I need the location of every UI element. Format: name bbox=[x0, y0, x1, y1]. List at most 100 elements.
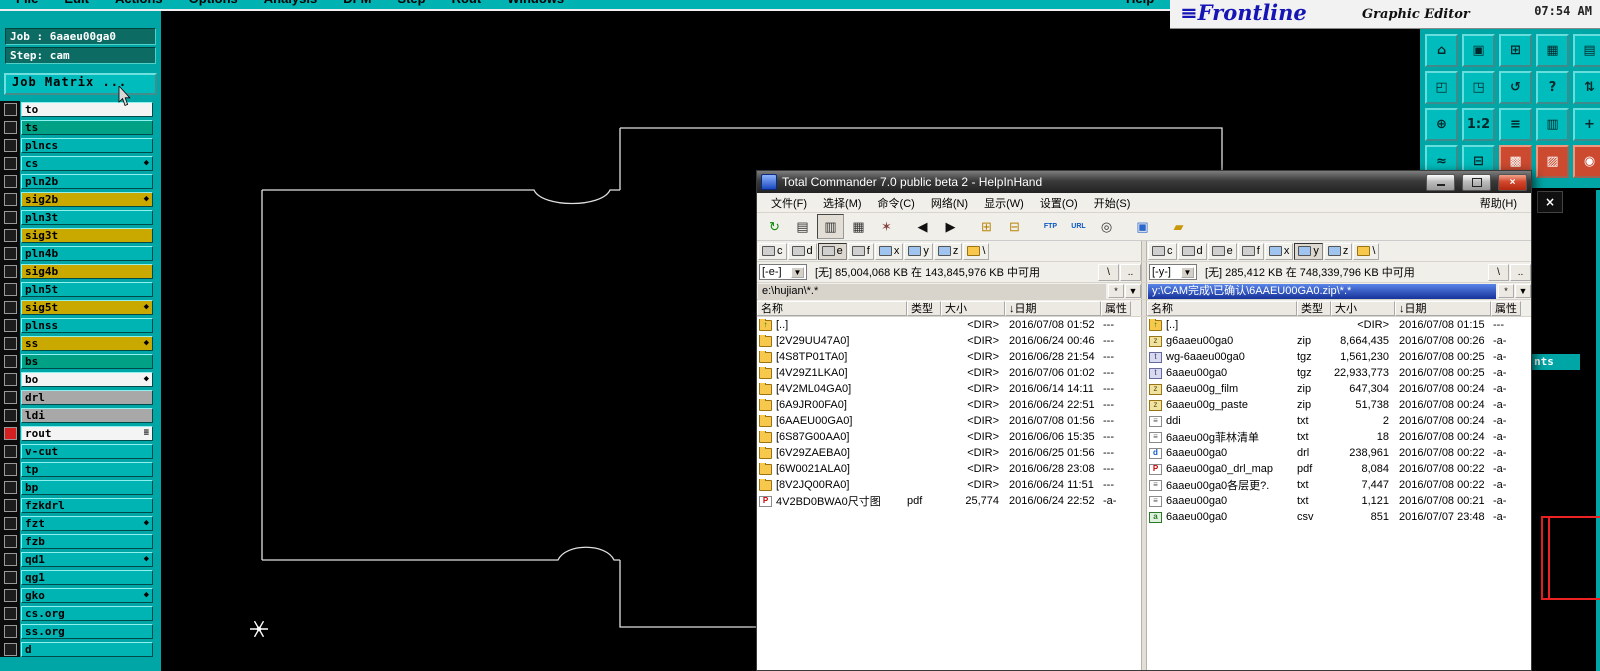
layer-checkbox[interactable] bbox=[4, 318, 17, 332]
drive-button-d[interactable]: d bbox=[1177, 242, 1207, 260]
layer-label[interactable]: fzkdrl bbox=[21, 497, 153, 513]
help-icon[interactable]: ? bbox=[1536, 71, 1569, 104]
layer-checkbox[interactable] bbox=[4, 534, 17, 548]
file-row[interactable]: ≡ 6aaeu00ga0各层更?. txt 7,447 2016/07/08 00:22… bbox=[1147, 477, 1531, 493]
monitor-icon[interactable]: ▣ bbox=[1129, 214, 1156, 239]
restore-button[interactable] bbox=[1462, 173, 1491, 191]
layer-label[interactable]: bs bbox=[21, 353, 153, 369]
layer-checkbox[interactable] bbox=[4, 462, 17, 476]
layer-label[interactable]: pln2b bbox=[21, 173, 153, 189]
drive-button-x[interactable]: x bbox=[1264, 242, 1294, 260]
brief-view-icon[interactable]: ▤ bbox=[789, 214, 816, 239]
target-red-icon[interactable]: ◉ bbox=[1573, 145, 1600, 178]
drive-button-root[interactable]: \ bbox=[1353, 242, 1380, 260]
tc-menu-item-5[interactable]: 设置(O) bbox=[1032, 195, 1086, 211]
zoom-ratio-button[interactable]: 1:2 bbox=[1462, 108, 1495, 141]
layer-checkbox[interactable] bbox=[4, 354, 17, 368]
layer-label[interactable]: pln5t bbox=[21, 281, 153, 297]
overlay-icon[interactable]: ⊞ bbox=[1499, 34, 1532, 67]
search-icon[interactable]: ◎ bbox=[1093, 214, 1120, 239]
forward-icon[interactable]: ▶ bbox=[937, 214, 964, 239]
drive-button-root[interactable]: \ bbox=[963, 242, 990, 260]
drive-button-z[interactable]: z bbox=[1323, 242, 1353, 260]
list-icon[interactable]: ≡ bbox=[1499, 108, 1532, 141]
drive-button-e[interactable]: e bbox=[817, 242, 847, 260]
right-path[interactable]: y:\CAM完成\已确认\6AAEU00GA0.zip\*.* bbox=[1148, 283, 1496, 299]
menu-item-file[interactable]: File bbox=[16, 0, 38, 6]
layer-checkbox[interactable] bbox=[4, 264, 17, 278]
tc-menu-item-6[interactable]: 开始(S) bbox=[1086, 195, 1139, 211]
layer-checkbox[interactable] bbox=[4, 300, 17, 314]
layer-checkbox[interactable] bbox=[4, 516, 17, 530]
column-header-2[interactable]: 大小 bbox=[1331, 300, 1395, 316]
layer-checkbox[interactable] bbox=[4, 156, 17, 170]
menu-item-actions[interactable]: Actions bbox=[115, 0, 163, 6]
ftp-connect-icon[interactable]: FTP bbox=[1037, 214, 1064, 239]
layer-label[interactable]: rout ≡ bbox=[21, 425, 153, 441]
home-icon[interactable]: ⌂ bbox=[1425, 34, 1458, 67]
left-filter-button[interactable]: * bbox=[1108, 284, 1124, 298]
file-row[interactable]: [4V2ML04GA0] <DIR> 2016/06/14 14:11 --- bbox=[757, 381, 1141, 397]
layer-label[interactable]: sig3t bbox=[21, 227, 153, 243]
column-header-1[interactable]: 类型 bbox=[1297, 300, 1331, 316]
right-up-button[interactable]: .. bbox=[1510, 263, 1531, 281]
drive-button-c[interactable]: c bbox=[1148, 242, 1177, 260]
layer-label[interactable]: qd1 ◆ bbox=[21, 551, 153, 567]
right-history-button[interactable]: ▼ bbox=[1515, 284, 1531, 298]
layer-label[interactable]: d bbox=[21, 641, 153, 657]
layers-icon[interactable]: ▥ bbox=[1536, 108, 1569, 141]
tc-titlebar[interactable]: Total Commander 7.0 public beta 2 - Help… bbox=[757, 171, 1531, 193]
file-row[interactable]: [6AAEU00GA0] <DIR> 2016/07/08 01:56 --- bbox=[757, 413, 1141, 429]
layer-label[interactable]: bp bbox=[21, 479, 153, 495]
target-icon[interactable]: ⊕ bbox=[1425, 108, 1458, 141]
corner-tr-icon[interactable]: ◳ bbox=[1462, 71, 1495, 104]
column-header-4[interactable]: 属性 bbox=[1491, 300, 1521, 316]
drive-button-f[interactable]: f bbox=[847, 242, 874, 260]
layer-label[interactable]: v-cut bbox=[21, 443, 153, 459]
back-icon[interactable]: ◀ bbox=[909, 214, 936, 239]
file-row[interactable]: P 4V2BD0BWA0尺寸图 pdf 25,774 2016/06/24 22:52-… bbox=[757, 493, 1141, 509]
layer-checkbox[interactable] bbox=[4, 246, 17, 260]
minimize-button[interactable] bbox=[1426, 173, 1455, 191]
layer-label[interactable]: pln4b bbox=[21, 245, 153, 261]
layer-checkbox[interactable] bbox=[4, 588, 17, 602]
left-history-button[interactable]: ▼ bbox=[1125, 284, 1141, 298]
layer-label[interactable]: plnss bbox=[21, 317, 153, 333]
menu-item-windows[interactable]: Windows bbox=[507, 0, 564, 6]
layer-checkbox[interactable] bbox=[4, 210, 17, 224]
file-row[interactable]: z 6aaeu00g_film zip 647,304 2016/07/08 00:24… bbox=[1147, 381, 1531, 397]
left-root-button[interactable]: \ bbox=[1098, 263, 1119, 281]
swap-icon[interactable]: ⇅ bbox=[1573, 71, 1600, 104]
file-row[interactable]: [6V29ZAEBA0] <DIR> 2016/06/25 01:56 --- bbox=[757, 445, 1141, 461]
layer-checkbox[interactable] bbox=[4, 642, 17, 656]
left-path[interactable]: e:\hujian\*.* bbox=[758, 283, 1106, 299]
menu-item-step[interactable]: Step bbox=[397, 0, 425, 6]
layer-checkbox[interactable] bbox=[4, 444, 17, 458]
tc-menu-item-0[interactable]: 文件(F) bbox=[763, 195, 815, 211]
file-row[interactable]: a 6aaeu00ga0 csv 851 2016/07/07 23:48 -a- bbox=[1147, 509, 1531, 525]
file-row[interactable]: [2V29UU47A0] <DIR> 2016/06/24 00:46 --- bbox=[757, 333, 1141, 349]
column-header-1[interactable]: 类型 bbox=[907, 300, 941, 316]
layer-label[interactable]: cs.org bbox=[21, 605, 153, 621]
layer-checkbox[interactable] bbox=[4, 120, 17, 134]
layer-checkbox[interactable] bbox=[4, 282, 17, 296]
menu-item-edit[interactable]: Edit bbox=[64, 0, 89, 6]
drive-button-d[interactable]: d bbox=[787, 242, 817, 260]
close-panel-button[interactable]: × bbox=[1537, 191, 1563, 213]
unpack-icon[interactable]: ⊟ bbox=[1001, 214, 1028, 239]
layer-label[interactable]: sig2b ◆ bbox=[21, 191, 153, 207]
layer-label[interactable]: sig4b bbox=[21, 263, 153, 279]
pattern-icon[interactable]: ▨ bbox=[1536, 145, 1569, 178]
file-row[interactable]: [4S8TP01TA0] <DIR> 2016/06/28 21:54 --- bbox=[757, 349, 1141, 365]
layer-label[interactable]: ldi bbox=[21, 407, 153, 423]
close-button[interactable]: × bbox=[1498, 173, 1527, 191]
file-row[interactable]: ↑ [..] <DIR> 2016/07/08 01:52 --- bbox=[757, 317, 1141, 333]
layer-label[interactable]: bo ◆ bbox=[21, 371, 153, 387]
file-row[interactable]: z 6aaeu00g_paste zip 51,738 2016/07/08 00:24… bbox=[1147, 397, 1531, 413]
layer-label[interactable]: ss ◆ bbox=[21, 335, 153, 351]
file-row[interactable]: [6S87G00AA0] <DIR> 2016/06/06 15:35 --- bbox=[757, 429, 1141, 445]
menu-item-dfm[interactable]: DFM bbox=[343, 0, 371, 6]
drive-button-f[interactable]: f bbox=[1237, 242, 1264, 260]
job-matrix-button[interactable]: Job Matrix ... bbox=[4, 73, 157, 95]
drive-button-y[interactable]: y bbox=[1294, 242, 1323, 260]
